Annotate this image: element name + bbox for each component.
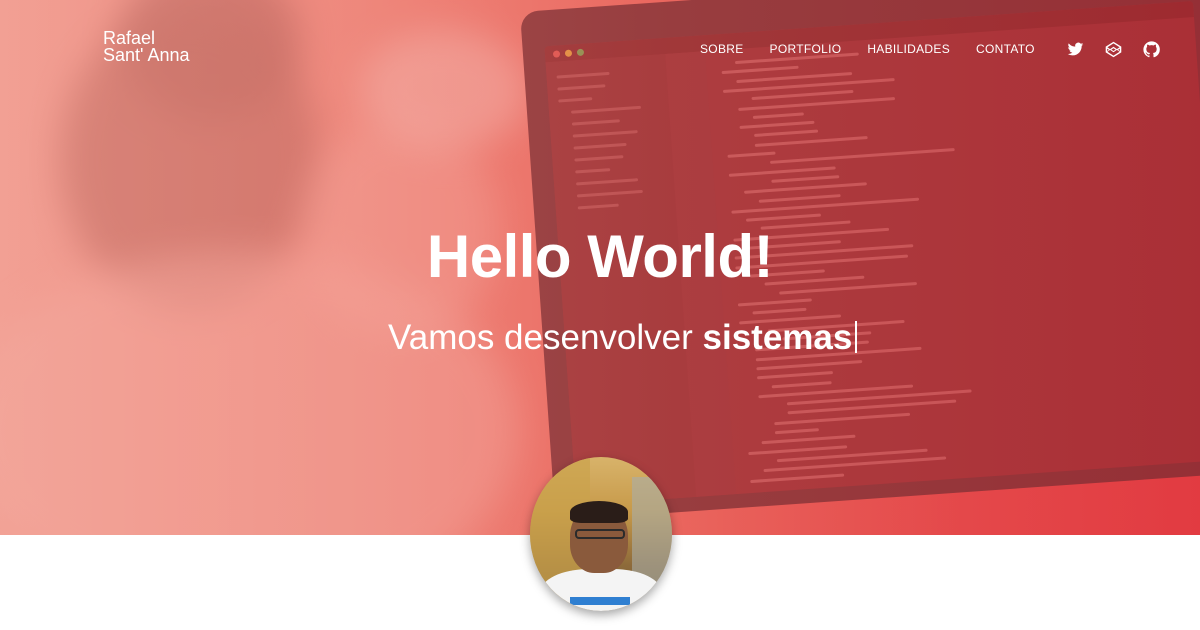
subline-prefix: Vamos desenvolver — [388, 318, 693, 357]
typing-cursor — [855, 321, 858, 353]
nav-link-sobre[interactable]: SOBRE — [700, 42, 744, 56]
nav-link-contato[interactable]: CONTATO — [976, 42, 1035, 56]
nav-link-habilidades[interactable]: HABILIDADES — [867, 42, 950, 56]
codepen-icon[interactable] — [1105, 40, 1123, 58]
brand-line-second: Sant' Anna — [103, 45, 190, 65]
brand-logo[interactable]: Rafael Sant' Anna — [103, 29, 190, 65]
hero-headline: Hello World! — [426, 223, 774, 290]
profile-avatar — [530, 457, 672, 611]
hero-subline: Vamos desenvolver sistemas — [388, 318, 858, 358]
avatar-glasses — [575, 529, 625, 539]
nav-link-portfolio[interactable]: PORTFOLIO — [770, 42, 842, 56]
github-icon[interactable] — [1143, 40, 1161, 58]
main-nav: SOBRE PORTFOLIO HABILIDADES CONTATO — [700, 40, 1175, 58]
subline-highlight: sistemas — [702, 318, 853, 357]
hero-section: Rafael Sant' Anna SOBRE PORTFOLIO HABILI… — [0, 0, 1200, 535]
twitter-icon[interactable] — [1067, 40, 1085, 58]
avatar-shirt-stripe — [570, 597, 630, 605]
avatar-hair — [570, 501, 628, 523]
